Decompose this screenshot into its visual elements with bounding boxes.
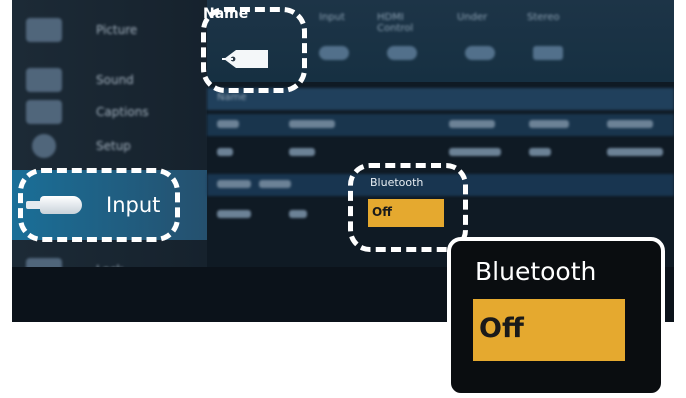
toolbar-item-input-label: Input	[319, 12, 345, 23]
zoom-bluetooth-value: Off	[473, 299, 625, 361]
table-section-title: Name	[217, 92, 247, 103]
input-callout	[18, 168, 180, 242]
header-cell	[529, 120, 569, 128]
table-cell	[289, 148, 315, 156]
table-cell	[449, 148, 501, 156]
sidebar-item-label: Captions	[96, 105, 149, 119]
under-icon[interactable]	[465, 46, 495, 60]
hdmi-control-icon[interactable]	[387, 46, 417, 60]
table-cell	[529, 148, 551, 156]
header-cell	[217, 120, 239, 128]
bluetooth-zoom-inset: Bluetooth Off	[447, 237, 665, 397]
table-row[interactable]	[207, 142, 674, 164]
sidebar-item-setup[interactable]: Setup	[12, 122, 207, 170]
toolbar-item-under-label: Under	[457, 12, 488, 23]
sidebar-item-label: Sound	[96, 73, 134, 87]
setup-icon	[32, 134, 56, 158]
header-cell	[289, 120, 335, 128]
toolbar-item-hdmi-label: HDMI Control	[377, 12, 414, 34]
input-toolbar-icon[interactable]	[319, 46, 349, 60]
sidebar-item-label: Picture	[96, 23, 138, 37]
table-cell	[607, 148, 663, 156]
table-cell	[259, 180, 291, 188]
table-cell	[217, 148, 233, 156]
table-header-row	[207, 114, 674, 136]
table-cell	[217, 180, 251, 188]
header-cell	[607, 120, 653, 128]
stereo-icon[interactable]	[533, 46, 563, 60]
toolbar-item-stereo-label: Stereo	[527, 12, 560, 23]
captions-icon	[26, 100, 62, 124]
picture-icon	[26, 18, 62, 42]
zoom-bluetooth-label: Bluetooth	[475, 257, 597, 286]
header-cell	[449, 120, 495, 128]
table-cell	[217, 210, 251, 218]
bluetooth-callout	[348, 163, 468, 252]
sidebar-item-label: Setup	[96, 139, 131, 153]
name-callout	[201, 7, 307, 93]
sidebar-item-picture[interactable]: Picture	[12, 6, 207, 54]
table-cell	[289, 210, 307, 218]
